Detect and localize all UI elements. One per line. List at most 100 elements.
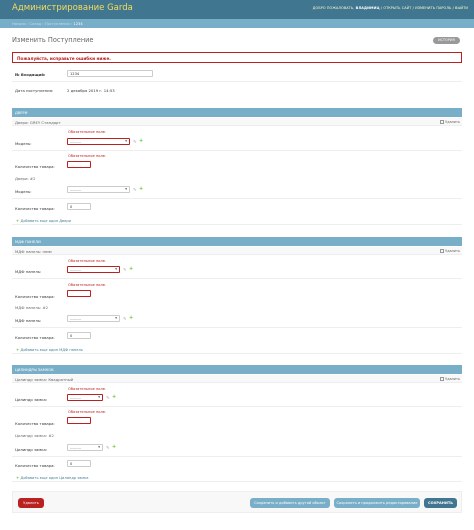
breadcrumb-model[interactable]: Поступления [45, 22, 70, 26]
lock-cylinder-select[interactable]: --------- ▾ [67, 444, 103, 451]
breadcrumb-separator: › [42, 21, 44, 26]
incoming-number-input[interactable]: 1234 [67, 70, 153, 77]
logout-link[interactable]: ВЫЙТИ [455, 6, 468, 10]
lock-item-title: Цилиндр замка: #2 [15, 433, 54, 438]
select-value: --------- [70, 396, 82, 400]
add-related-icon[interactable]: + [129, 316, 133, 321]
mdf-item-header: МДФ панель: #2 [12, 303, 462, 311]
save-button[interactable]: СОХРАНИТЬ [424, 498, 457, 508]
edit-related-icon[interactable]: ✎ [123, 316, 127, 321]
chevron-down-icon: ▾ [125, 139, 127, 144]
checkbox-icon[interactable] [440, 120, 444, 124]
welcome-text: ДОБРО ПОЖАЛОВАТЬ, [312, 6, 355, 10]
select-value: --------- [70, 317, 82, 321]
delete-checkbox[interactable]: Удалить [440, 120, 460, 124]
quantity-label: Количество товара: [15, 335, 55, 340]
user-tools: ДОБРО ПОЖАЛОВАТЬ, ВЛАДИМИЦ / ОТКРЫТЬ САЙ… [313, 6, 468, 10]
mdf-panel-label: МДФ панель: [15, 269, 42, 274]
admin-header: Администрирование Garda ДОБРО ПОЖАЛОВАТЬ… [0, 0, 474, 19]
doors-item-title: Двери: GREY Стандарт [15, 120, 61, 125]
delete-checkbox[interactable]: Удалить [440, 377, 460, 381]
add-icon: + [16, 218, 20, 223]
mdf-item-title: МДФ панель: немс [15, 249, 53, 254]
breadcrumb-current: 1234 [73, 21, 83, 26]
edit-related-icon[interactable]: ✎ [123, 267, 127, 272]
mdf-item-header: МДФ панель: немс [12, 247, 462, 255]
add-related-icon[interactable]: + [139, 139, 143, 144]
divider [12, 198, 462, 199]
page-title: Изменить Поступление [12, 36, 94, 44]
mdf-quantity-input[interactable]: 0 [67, 332, 91, 339]
door-quantity-input[interactable]: 0 [67, 203, 91, 210]
lock-quantity-input[interactable]: 0 [67, 460, 91, 467]
delete-label: Удалить [445, 377, 460, 381]
save-and-add-another-button[interactable]: Сохранить и добавить другой объект [250, 498, 330, 508]
add-lock-link[interactable]: + Добавить еще один Цилиндр замка [12, 473, 462, 482]
divider [12, 81, 462, 82]
lock-item-title: Цилиндр замка: Квадратный [15, 377, 74, 382]
history-button[interactable]: ИСТОРИЯ [433, 37, 460, 44]
model-label: Модель: [15, 141, 32, 146]
field-error: Обязательное поле. [68, 410, 107, 414]
chevron-down-icon: ▾ [98, 395, 100, 400]
edit-related-icon[interactable]: ✎ [133, 139, 137, 144]
field-error: Обязательное поле. [68, 259, 107, 263]
door-quantity-input[interactable] [67, 161, 91, 168]
add-icon: + [16, 347, 20, 352]
field-error: Обязательное поле. [68, 130, 107, 134]
username: ВЛАДИМИЦ [355, 6, 380, 10]
lock-quantity-input[interactable] [67, 417, 91, 424]
lock-item-header: Цилиндр замка: Квадратный [12, 375, 462, 383]
select-value: --------- [70, 188, 82, 192]
add-related-icon[interactable]: + [112, 445, 116, 450]
divider [12, 406, 462, 407]
lock-item-header: Цилиндр замка: #2 [12, 431, 462, 439]
add-related-icon[interactable]: + [139, 187, 143, 192]
mdf-panel-select[interactable]: --------- ▾ [67, 266, 120, 273]
mdf-section-header: МДФ ПАНЕЛИ [12, 237, 462, 246]
doors-item-header: Двери: GREY Стандарт [12, 118, 462, 126]
divider [12, 327, 462, 328]
add-related-icon[interactable]: + [129, 267, 133, 272]
add-link-label: Добавить еще один Цилиндр замка [20, 475, 89, 480]
door-model-select[interactable]: --------- ▾ [67, 138, 130, 145]
field-error: Обязательное поле. [68, 387, 107, 391]
doors-item-header: Двери: #2 [12, 174, 462, 182]
mdf-quantity-input[interactable] [67, 290, 91, 297]
checkbox-icon[interactable] [440, 377, 444, 381]
add-door-link[interactable]: + Добавить еще один Двери [12, 216, 462, 225]
field-error: Обязательное поле. [68, 283, 107, 287]
chevron-down-icon: ▾ [125, 187, 127, 192]
lock-cylinder-label: Цилиндр замка: [15, 397, 48, 402]
edit-related-icon[interactable]: ✎ [106, 395, 110, 400]
mdf-panel-label: МДФ панель: [15, 318, 42, 323]
delete-checkbox[interactable]: Удалить [440, 249, 460, 253]
door-model-select[interactable]: --------- ▾ [67, 186, 130, 193]
edit-related-icon[interactable]: ✎ [133, 187, 137, 192]
breadcrumb-home[interactable]: Начало [12, 22, 26, 26]
delete-label: Удалить [445, 249, 460, 253]
edit-related-icon[interactable]: ✎ [106, 445, 110, 450]
separator: / [412, 6, 414, 10]
breadcrumb-app[interactable]: Склад [29, 22, 41, 26]
separator: / [380, 6, 383, 10]
separator: / [452, 6, 454, 10]
view-site-link[interactable]: ОТКРЫТЬ САЙТ [383, 6, 411, 10]
checkbox-icon[interactable] [440, 249, 444, 253]
divider [12, 456, 462, 457]
quantity-label: Количество товара: [15, 463, 55, 468]
delete-button[interactable]: Удалить [18, 498, 44, 508]
chevron-down-icon: ▾ [115, 316, 117, 321]
add-link-label: Добавить еще один Двери [20, 218, 71, 223]
save-and-continue-button[interactable]: Сохранить и продолжить редактирование [334, 498, 420, 508]
site-branding[interactable]: Администрирование Garda [12, 3, 133, 13]
lock-cylinder-select[interactable]: --------- ▾ [67, 394, 103, 401]
change-password-link[interactable]: ИЗМЕНИТЬ ПАРОЛЬ [415, 6, 451, 10]
quantity-label: Количество товара: [15, 421, 55, 426]
field-error: Обязательное поле. [68, 154, 107, 158]
add-related-icon[interactable]: + [112, 395, 116, 400]
add-mdf-link[interactable]: + Добавить еще один МДФ панель [12, 345, 462, 354]
mdf-panel-select[interactable]: --------- ▾ [67, 315, 120, 322]
select-value: --------- [70, 140, 82, 144]
incoming-number-label: № Входящий: [15, 72, 46, 77]
